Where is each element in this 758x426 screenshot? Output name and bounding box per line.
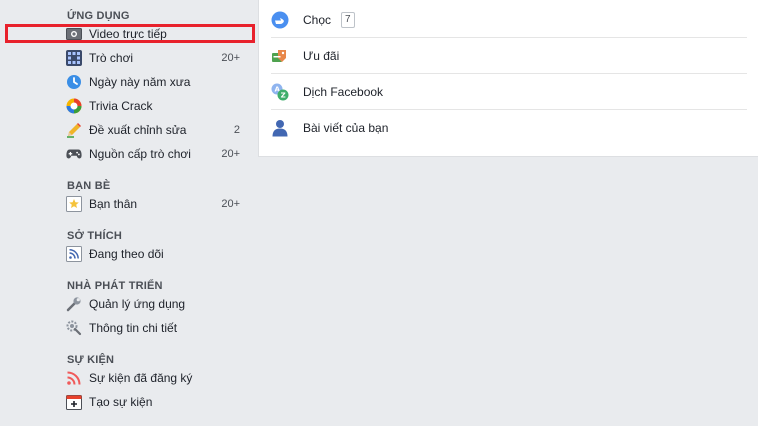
sidebar-item-count: 2 xyxy=(233,124,240,136)
wrench-icon xyxy=(66,296,82,312)
left-sidebar: ỨNG DỤNG Video trực tiếp Trò chơi 20+ Ng… xyxy=(0,0,258,426)
panel-item-translate[interactable]: AZ Dịch Facebook xyxy=(271,74,747,110)
sidebar-item-label: Trivia Crack xyxy=(89,99,153,113)
translate-icon: AZ xyxy=(271,83,289,101)
sidebar-item-label: Ngày này năm xưa xyxy=(89,75,191,89)
sidebar-item-label: Đề xuất chỉnh sửa xyxy=(89,123,187,137)
more-apps-panel: Chọc 7 Ưu đãi AZ Dịch Facebook Bài viết … xyxy=(258,0,758,157)
sidebar-item-count: 20+ xyxy=(221,198,240,210)
section-title-interests: SỞ THÍCH xyxy=(67,230,122,242)
pencil-icon xyxy=(66,122,82,138)
panel-item-label: Chọc xyxy=(303,12,332,27)
sidebar-item-create-event[interactable]: Tạo sự kiện xyxy=(66,391,242,413)
sidebar-item-label: Nguồn cấp trò chơi xyxy=(89,147,191,161)
feed-page-icon xyxy=(66,246,82,262)
sidebar-item-count: 20+ xyxy=(221,52,240,64)
sidebar-item-label: Sự kiện đã đăng ký xyxy=(89,371,193,385)
sidebar-item-insights[interactable]: Thông tin chi tiết xyxy=(66,317,242,339)
panel-item-offers[interactable]: Ưu đãi xyxy=(271,38,747,74)
sidebar-item-label: Bạn thân xyxy=(89,197,138,211)
gamepad-icon xyxy=(66,146,82,162)
poke-hand-icon xyxy=(271,11,289,29)
rss-icon xyxy=(66,370,82,386)
gear-magnifier-icon xyxy=(66,320,82,336)
sidebar-item-trivia-crack[interactable]: Trivia Crack xyxy=(66,95,242,117)
sidebar-item-manage-apps[interactable]: Quản lý ứng dụng xyxy=(66,293,242,315)
sidebar-item-following[interactable]: Đang theo dõi xyxy=(66,243,242,265)
section-title-developers: NHÀ PHÁT TRIỂN xyxy=(67,280,163,292)
sidebar-item-count: 20+ xyxy=(221,148,240,160)
sidebar-item-suggest-edits[interactable]: Đề xuất chỉnh sửa 2 xyxy=(66,119,242,141)
panel-item-label: Ưu đãi xyxy=(303,48,340,63)
sidebar-item-close-friends[interactable]: Bạn thân 20+ xyxy=(66,193,242,215)
star-list-icon xyxy=(66,196,82,212)
sidebar-item-label: Đang theo dõi xyxy=(89,247,164,261)
svg-text:Z: Z xyxy=(281,91,286,99)
calendar-plus-icon xyxy=(66,394,82,410)
person-icon xyxy=(271,119,289,137)
clock-history-icon xyxy=(66,74,82,90)
sidebar-item-on-this-day[interactable]: Ngày này năm xưa xyxy=(66,71,242,93)
sidebar-item-subscribed-events[interactable]: Sự kiện đã đăng ký xyxy=(66,367,242,389)
panel-item-your-posts[interactable]: Bài viết của bạn xyxy=(271,110,747,146)
sidebar-item-label: Trò chơi xyxy=(89,51,134,65)
section-title-apps: ỨNG DỤNG xyxy=(67,10,130,22)
offers-tag-icon xyxy=(271,47,289,65)
sidebar-item-label: Quản lý ứng dụng xyxy=(89,297,186,311)
section-title-events: SỰ KIỆN xyxy=(67,354,115,366)
panel-item-label: Bài viết của bạn xyxy=(303,121,389,135)
games-grid-icon xyxy=(66,50,82,66)
sidebar-item-label: Thông tin chi tiết xyxy=(89,321,178,335)
highlight-box xyxy=(5,24,255,43)
sidebar-item-games[interactable]: Trò chơi 20+ xyxy=(66,47,242,69)
sidebar-item-label: Tạo sự kiện xyxy=(89,395,153,409)
poke-count-badge: 7 xyxy=(341,11,355,28)
panel-item-label: Dịch Facebook xyxy=(303,84,384,99)
section-title-friends: BẠN BÈ xyxy=(67,180,111,192)
trivia-crack-icon xyxy=(66,98,82,114)
sidebar-item-game-feed[interactable]: Nguồn cấp trò chơi 20+ xyxy=(66,143,242,165)
panel-item-poke[interactable]: Chọc 7 xyxy=(271,2,747,38)
